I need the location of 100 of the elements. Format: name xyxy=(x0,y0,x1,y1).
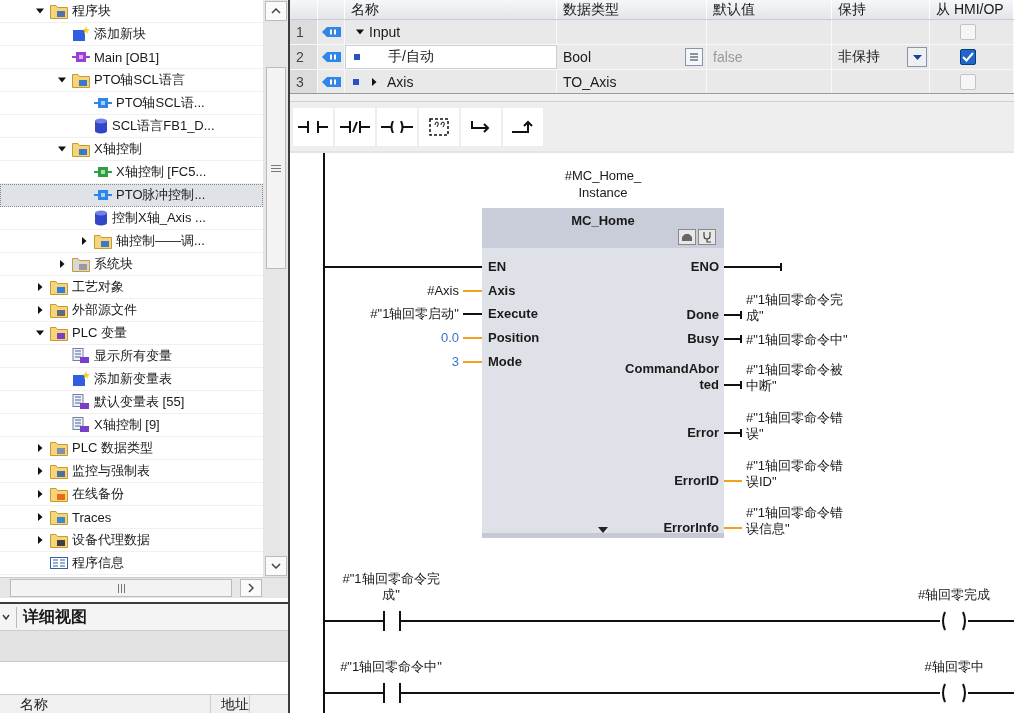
vertical-scrollbar[interactable] xyxy=(264,0,288,578)
folder-icon xyxy=(50,509,68,525)
caret-icon xyxy=(912,54,922,60)
horizontal-scrollbar[interactable] xyxy=(0,577,288,599)
column-header[interactable]: 数据类型 xyxy=(557,0,707,19)
pin-label: CommandAborted xyxy=(624,360,719,393)
pin-label: EN xyxy=(488,258,507,275)
tree-item[interactable]: SCL语言FB1_D... xyxy=(0,115,263,138)
scroll-up-button[interactable] xyxy=(265,1,287,21)
function-block[interactable]: MC_Home EN Axis Execute Position Mode ENO Done Busy CommandAborted Error ErrorID ErrorInfo xyxy=(482,207,724,538)
toolbar-button[interactable] xyxy=(335,107,375,146)
collapse-chevron-icon[interactable] xyxy=(2,614,10,621)
tree-item[interactable]: 添加新变量表 xyxy=(0,368,263,391)
tree-item[interactable]: PLC 数据类型 xyxy=(0,437,263,460)
expand-arrow-icon[interactable] xyxy=(36,513,44,521)
expand-arrow-icon[interactable] xyxy=(370,78,378,86)
toolbar-button[interactable] xyxy=(377,107,417,146)
expand-arrow-icon[interactable] xyxy=(36,283,44,291)
operand-label: 3 xyxy=(451,353,459,370)
tree-item[interactable]: 监控与强制表 xyxy=(0,460,263,483)
coil-symbol[interactable] xyxy=(940,682,968,703)
tree-item[interactable]: 设备代理数据 xyxy=(0,529,263,552)
checkbox[interactable] xyxy=(959,49,976,65)
toolbar-button[interactable] xyxy=(293,107,333,146)
contact-symbol[interactable] xyxy=(383,610,401,631)
expand-arrow-icon[interactable] xyxy=(58,260,66,268)
toolbar-button[interactable] xyxy=(503,107,543,146)
tree-item[interactable]: X轴控制 xyxy=(0,138,263,161)
tree-item[interactable]: 程序信息 xyxy=(0,552,263,575)
contact-symbol[interactable] xyxy=(383,682,401,703)
folder-icon xyxy=(50,3,68,19)
diagnostics-icon[interactable] xyxy=(698,228,716,245)
empty-box-icon xyxy=(429,117,449,136)
expand-arrow-icon[interactable] xyxy=(36,7,44,15)
expand-arrow-icon[interactable] xyxy=(36,306,44,314)
expand-arrow-icon[interactable] xyxy=(36,490,44,498)
expand-arrow-icon[interactable] xyxy=(36,467,44,475)
tree-item[interactable]: Traces xyxy=(0,506,263,529)
scroll-down-button[interactable] xyxy=(265,556,287,577)
instance-label: #MC_Home_Instance xyxy=(563,166,643,201)
toolbar-button[interactable] xyxy=(461,107,501,146)
pin-label: Execute xyxy=(488,305,538,322)
toolbar-button[interactable] xyxy=(419,107,459,146)
wire-line xyxy=(323,619,383,622)
parameter-icon xyxy=(322,76,342,88)
wire-line xyxy=(968,691,1014,694)
expand-arrow-icon[interactable] xyxy=(80,237,88,245)
coil-symbol[interactable] xyxy=(940,610,968,631)
table-icon xyxy=(72,348,90,364)
tree-item[interactable]: 显示所有变量 xyxy=(0,345,263,368)
data-type-cell[interactable]: Bool xyxy=(557,45,707,69)
tree-item[interactable]: Main [OB1] xyxy=(0,46,263,69)
horizontal-scrollbar[interactable] xyxy=(290,92,1014,102)
folder-icon xyxy=(50,440,68,456)
expand-arrow-icon[interactable] xyxy=(58,145,66,153)
pin-label: ErrorID xyxy=(673,472,719,489)
column-header[interactable]: 地址 xyxy=(211,695,250,713)
tree-item[interactable]: X轴控制 [9] xyxy=(0,414,263,437)
name-cell[interactable]: 手/自动 xyxy=(345,45,557,69)
tree-item[interactable]: 程序块 xyxy=(0,0,263,23)
folder-icon xyxy=(72,141,90,157)
folder-icon xyxy=(50,279,68,295)
dropdown-button[interactable] xyxy=(907,47,927,67)
list-button[interactable] xyxy=(685,48,703,66)
expand-arrow-icon[interactable] xyxy=(356,28,364,36)
name-cell[interactable]: Input xyxy=(345,20,557,44)
tree-item[interactable]: PTO脉冲控制... xyxy=(0,184,263,207)
tree-item[interactable]: 系统块 xyxy=(0,253,263,276)
column-header[interactable]: 默认值 xyxy=(707,0,832,19)
data-type-text: Bool xyxy=(563,49,592,65)
tree-item[interactable]: 外部源文件 xyxy=(0,299,263,322)
tree-item[interactable]: PLC 变量 xyxy=(0,322,263,345)
column-header[interactable]: 名称 xyxy=(345,0,557,19)
tree-item[interactable]: PTO轴SCL语... xyxy=(0,92,263,115)
folder-icon xyxy=(50,532,68,548)
retain-cell[interactable]: 非保持 xyxy=(832,45,930,69)
column-header[interactable]: 从 HMI/OP xyxy=(930,0,1014,19)
data-type-text: TO_Axis xyxy=(563,74,617,90)
scrollbar-thumb[interactable] xyxy=(266,67,286,269)
tree-item[interactable]: 轴控制——调... xyxy=(0,230,263,253)
tree-item[interactable]: 添加新块 xyxy=(0,23,263,46)
tree-item[interactable]: 控制X轴_Axis ... xyxy=(0,207,263,230)
expand-icon[interactable] xyxy=(598,526,608,533)
expand-arrow-icon[interactable] xyxy=(36,329,44,337)
column-header[interactable]: 名称 xyxy=(0,695,211,713)
negated-contact-icon xyxy=(340,120,370,133)
expand-arrow-icon[interactable] xyxy=(58,76,66,84)
wire-line xyxy=(323,691,383,694)
tree-item[interactable]: PTO轴SCL语言 xyxy=(0,69,263,92)
expand-arrow-icon[interactable] xyxy=(36,536,44,544)
operand-label: #轴回零中 xyxy=(924,658,984,675)
scroll-right-button[interactable] xyxy=(240,579,262,598)
tree-item[interactable]: 工艺对象 xyxy=(0,276,263,299)
tree-item[interactable]: 默认变量表 [55] xyxy=(0,391,263,414)
folder-icon xyxy=(50,325,68,341)
row-number: 3 xyxy=(290,70,318,93)
expand-arrow-icon[interactable] xyxy=(36,444,44,452)
tree-item[interactable]: 在线备份 xyxy=(0,483,263,506)
column-header[interactable]: 保持 xyxy=(832,0,930,19)
scrollbar-thumb[interactable] xyxy=(10,579,232,598)
